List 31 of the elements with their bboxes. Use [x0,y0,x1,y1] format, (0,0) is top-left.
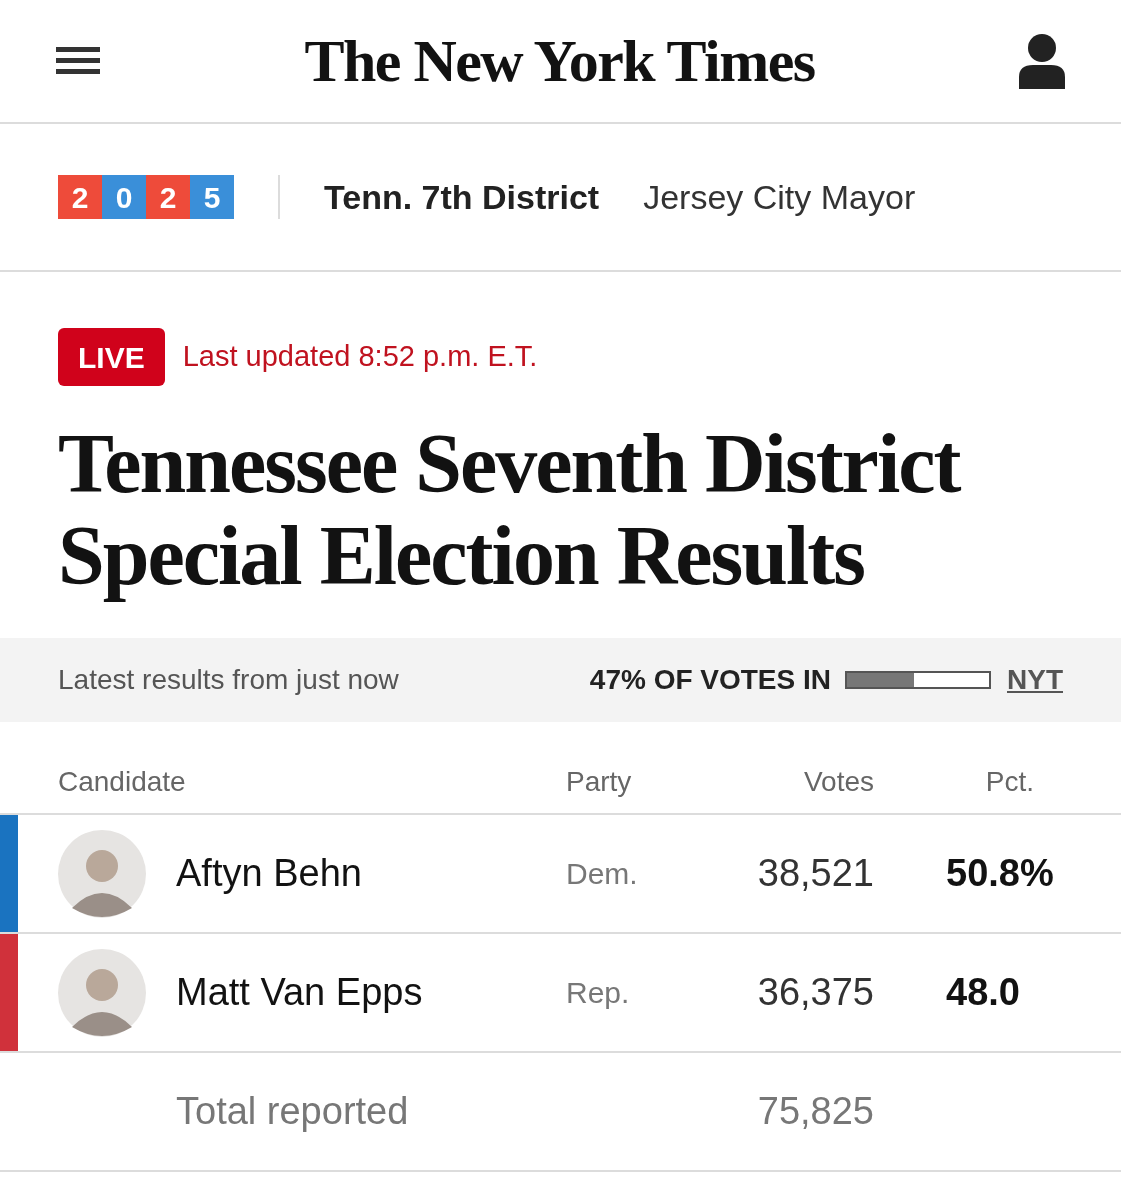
menu-icon[interactable] [56,45,100,77]
party-cell-text: Dem. [566,856,639,892]
live-badge: LIVE [58,328,165,386]
year-digit: 2 [146,175,190,219]
last-updated: Last updated 8:52 p.m. E.T. [182,339,538,375]
percent-cell-text: 48.0 [945,970,1021,1015]
avatar-icon [58,829,146,918]
candidate-name: Matt Van Epps [176,970,424,1015]
year-digit: 5 [190,175,234,219]
year-digit: 2 [58,175,102,219]
votes-in-label: 47% OF VOTES IN [589,663,831,697]
votes-cell-text: 36,375 [756,970,874,1015]
column-header: Party [566,764,633,799]
column-header: Pct. [984,764,1034,799]
headline: Tennessee Seventh District Special Election Results [58,418,962,602]
year-digit: 0 [102,175,146,219]
user-icon[interactable] [1019,33,1065,89]
total-votes: 75,825 [756,1089,874,1134]
total-label: Total reported [176,1089,410,1134]
results-note: Latest results from just now [58,663,399,697]
site-logo[interactable]: The New York Times [304,31,815,91]
source-link[interactable]: NYT [1007,659,1063,701]
percent-cell-text: 50.8% [945,851,1055,896]
avatar-icon [58,948,146,1037]
party-cell-text: Rep. [566,975,631,1011]
nav-link[interactable]: Tenn. 7th District [324,171,600,223]
column-header: Candidate [58,764,187,799]
nav-link[interactable]: Jersey City Mayor [643,171,916,223]
votes-cell-text: 38,521 [756,851,874,896]
candidate-name: Aftyn Behn [176,851,363,896]
column-header: Votes [802,764,874,799]
